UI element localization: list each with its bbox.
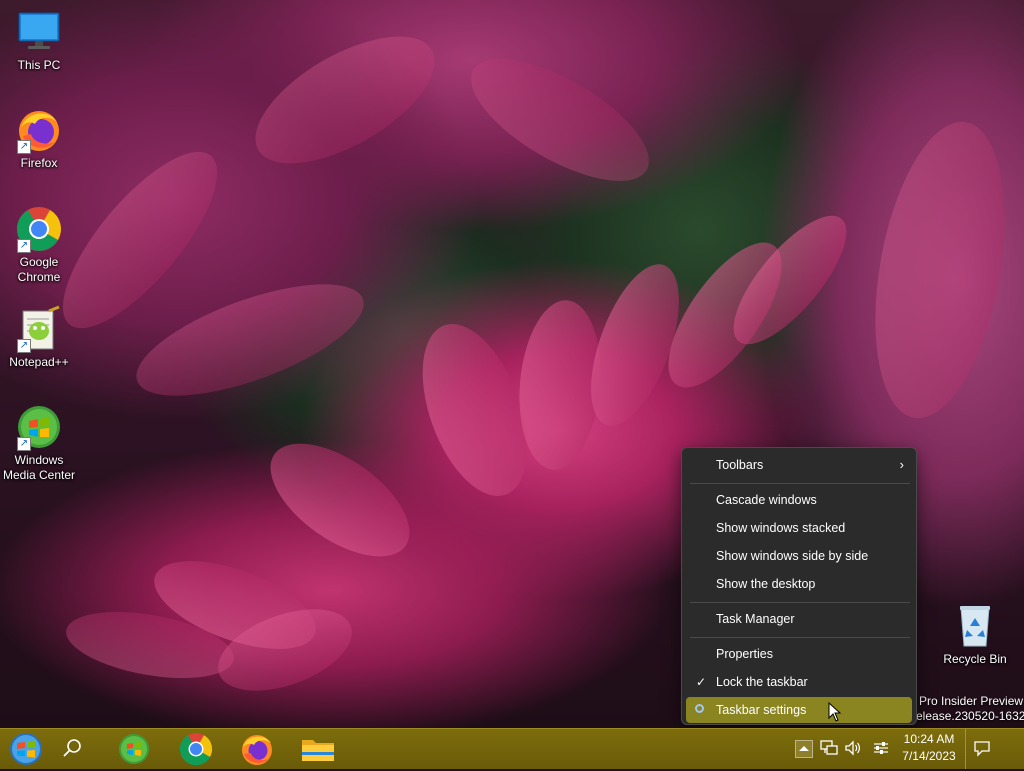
taskbar-windows-media-center[interactable] [114, 732, 154, 766]
speaker-icon [845, 740, 860, 756]
desktop-icon-google-chrome[interactable]: ↗ Google Chrome [1, 205, 77, 285]
menu-item-label: Properties [716, 647, 773, 661]
desktop-icon-label: Windows Media Center [2, 453, 76, 482]
notifications-button[interactable] [972, 738, 992, 758]
start-button[interactable] [6, 732, 46, 766]
menu-separator [690, 637, 910, 638]
monitor-icon [15, 8, 63, 56]
show-hidden-icons-button[interactable] [795, 740, 813, 758]
menu-item-label: Show windows stacked [716, 521, 846, 535]
firefox-icon [242, 735, 272, 765]
show-desktop-divider [965, 729, 966, 769]
desktop-icon-label: Notepad++ [9, 355, 69, 369]
desktop-icon-notepad-plus-plus[interactable]: ↗ Notepad++ [1, 305, 77, 370]
network-icon [820, 740, 838, 755]
clock-time: 10:24 AM [903, 732, 955, 746]
shortcut-arrow-icon: ↗ [17, 140, 31, 154]
folder-icon [302, 740, 334, 761]
windows-media-center-icon [119, 734, 149, 764]
menu-item-cascade-windows[interactable]: Cascade windows [686, 487, 912, 513]
desktop-icon-this-pc[interactable]: This PC [1, 8, 77, 73]
search-icon [63, 739, 81, 757]
desktop-icon-label: Recycle Bin [943, 652, 1007, 666]
taskbar-file-explorer[interactable] [298, 732, 338, 766]
watermark-line-1: Pro Insider Preview [919, 694, 1024, 708]
desktop-icon-windows-media-center[interactable]: ↗ Windows Media Center [1, 403, 77, 483]
touch-keyboard-tray-button[interactable] [871, 738, 891, 758]
menu-separator [690, 483, 910, 484]
menu-item-toolbars[interactable]: Toolbars › [686, 452, 912, 478]
menu-item-label: Show windows side by side [716, 549, 869, 563]
build-watermark: Pro Insider Preview elease.230520-1632 [916, 694, 1024, 724]
search-button[interactable] [52, 732, 92, 766]
clock-date: 7/14/2023 [902, 749, 956, 763]
volume-tray-button[interactable] [843, 738, 863, 758]
chevron-right-icon: › [899, 457, 904, 472]
checkmark-icon: ✓ [696, 675, 707, 689]
notification-icon [974, 741, 990, 757]
firefox-icon: ↗ [15, 106, 63, 154]
menu-item-label: Task Manager [716, 612, 795, 626]
chrome-icon [179, 733, 213, 766]
clock[interactable]: 10:24 AM 7/14/2023 [898, 731, 960, 767]
menu-separator [690, 602, 910, 603]
menu-item-taskbar-settings[interactable]: Taskbar settings [686, 697, 912, 723]
menu-item-show-the-desktop[interactable]: Show the desktop [686, 571, 912, 597]
menu-item-task-manager[interactable]: Task Manager [686, 606, 912, 632]
windows-orb-icon [10, 733, 42, 765]
shortcut-arrow-icon: ↗ [17, 239, 31, 253]
network-tray-button[interactable] [819, 738, 839, 758]
chevron-up-icon [799, 746, 809, 751]
chrome-icon: ↗ [15, 205, 63, 253]
settings-icon [695, 704, 704, 713]
taskbar-context-menu: Toolbars › Cascade windows Show windows … [681, 447, 917, 725]
menu-item-label: Show the desktop [716, 577, 816, 591]
taskbar-firefox[interactable] [237, 732, 277, 766]
menu-item-label: Lock the taskbar [716, 675, 808, 689]
taskbar[interactable]: 10:24 AM 7/14/2023 [0, 728, 1024, 769]
desktop-icon-firefox[interactable]: ↗ Firefox [1, 106, 77, 171]
menu-item-label: Cascade windows [716, 493, 817, 507]
desktop-icon-recycle-bin[interactable]: Recycle Bin [937, 602, 1013, 667]
recycle-bin-icon [951, 602, 999, 650]
windows-media-center-icon: ↗ [15, 403, 63, 451]
menu-item-lock-the-taskbar[interactable]: ✓ Lock the taskbar [686, 669, 912, 695]
notepad-plus-plus-icon: ↗ [15, 305, 63, 353]
desktop-icon-label: This PC [17, 58, 61, 72]
desktop-icon-label: Firefox [20, 156, 58, 170]
menu-item-show-windows-stacked[interactable]: Show windows stacked [686, 515, 912, 541]
desktop-icon-label: Google Chrome [17, 255, 61, 284]
shortcut-arrow-icon: ↗ [17, 339, 31, 353]
menu-item-properties[interactable]: Properties [686, 641, 912, 667]
shortcut-arrow-icon: ↗ [17, 437, 31, 451]
watermark-line-2: elease.230520-1632 [916, 709, 1024, 723]
menu-item-show-windows-side-by-side[interactable]: Show windows side by side [686, 543, 912, 569]
menu-item-label: Toolbars [716, 458, 764, 472]
menu-item-label: Taskbar settings [716, 703, 807, 717]
taskbar-google-chrome[interactable] [176, 732, 216, 766]
sliders-icon [874, 742, 888, 754]
